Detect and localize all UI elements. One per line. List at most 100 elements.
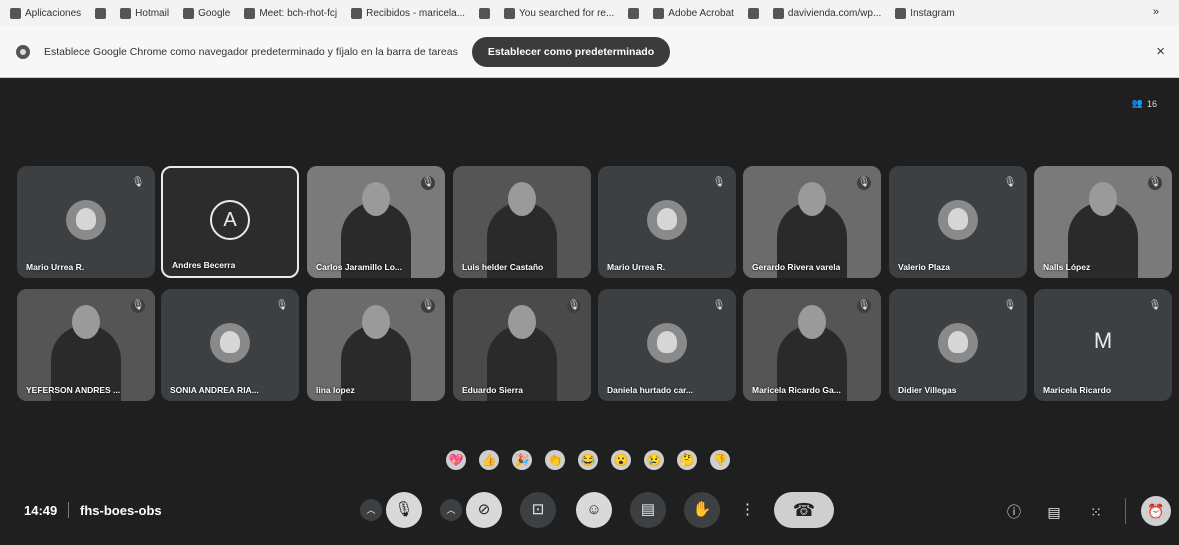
participant-tile[interactable]: 🎙 YEFERSON ANDRES ... bbox=[17, 289, 155, 401]
mic-off-icon: 🎙 bbox=[1003, 300, 1017, 311]
bookmark-item[interactable]: Aplicaciones bbox=[10, 7, 82, 19]
bookmark-label: Aplicaciones bbox=[25, 7, 82, 19]
bookmark-label: Hotmail bbox=[135, 7, 170, 19]
mic-off-icon: 🎙 bbox=[1148, 300, 1162, 311]
bookmark-item[interactable]: Instagram bbox=[895, 7, 955, 19]
reaction-emoji[interactable]: 👍 bbox=[479, 450, 499, 470]
reaction-emoji[interactable]: 👎 bbox=[710, 450, 730, 470]
mic-off-icon: 🎙 bbox=[1148, 176, 1162, 190]
video-options-button[interactable]: ︿ bbox=[440, 499, 462, 521]
participant-name: Eduardo Sierra bbox=[462, 385, 523, 395]
participant-name: Didier Villegas bbox=[898, 385, 957, 395]
reaction-emoji[interactable]: 😢 bbox=[644, 450, 664, 470]
chat-icon: ▤ bbox=[1047, 504, 1061, 520]
reaction-emoji[interactable]: 👏 bbox=[545, 450, 565, 470]
infobar-close-button[interactable]: × bbox=[1156, 43, 1165, 60]
participant-tile[interactable]: 🎙 Mario Urrea R. bbox=[598, 166, 736, 278]
meet-stage: 👥 16 💖 👍 🎉 👏 😂 😮 😢 🤔 👎 14:49 fhs-boes-obs ︿ 🎙 ︿ … bbox=[0, 78, 1179, 545]
present-button[interactable]: ⊡ bbox=[520, 492, 556, 528]
bookmark-item[interactable]: Meet: bch-rhot-fcj bbox=[244, 7, 338, 19]
google-icon bbox=[747, 7, 759, 19]
site-icon bbox=[772, 7, 784, 19]
participant-tile[interactable]: 🎙 Valerio Plaza bbox=[889, 166, 1027, 278]
bookmark-label: Recibidos - maricela... bbox=[366, 7, 466, 19]
participant-tile[interactable]: 🎙 Eduardo Sierra bbox=[453, 289, 591, 401]
divider bbox=[1125, 498, 1126, 524]
host-controls-button[interactable]: ⏰ bbox=[1141, 496, 1171, 526]
bookmarks-bar: Aplicaciones Hotmail Google Meet: bch-rhot-… bbox=[0, 0, 1179, 26]
participant-tile[interactable]: M 🎙 Maricela Ricardo bbox=[1034, 289, 1172, 401]
chrome-icon bbox=[16, 44, 30, 59]
meeting-info-button[interactable]: ⓘ bbox=[1004, 502, 1024, 522]
avatar bbox=[210, 323, 250, 363]
reaction-emoji[interactable]: 🎉 bbox=[512, 450, 532, 470]
bookmark-label: Meet: bch-rhot-fcj bbox=[259, 7, 338, 19]
camera-toggle-button[interactable]: ⊘ bbox=[466, 492, 502, 528]
raise-hand-button[interactable]: ✋ bbox=[684, 492, 720, 528]
reaction-emoji[interactable]: 😮 bbox=[611, 450, 631, 470]
participant-name: Nalls López bbox=[1043, 262, 1091, 272]
people-icon: 👥 bbox=[1131, 98, 1143, 108]
globe-icon bbox=[479, 7, 491, 19]
bookmark-item[interactable]: Adobe Acrobat bbox=[653, 7, 734, 19]
meeting-clock: 14:49 bbox=[24, 503, 58, 518]
bookmarks-overflow-button[interactable]: » bbox=[1153, 6, 1159, 18]
bookmark-item[interactable] bbox=[95, 7, 107, 19]
avatar bbox=[66, 200, 106, 240]
reaction-emoji[interactable]: 😂 bbox=[578, 450, 598, 470]
participant-name: Daniela hurtado car... bbox=[607, 385, 693, 395]
reaction-emoji[interactable]: 🤔 bbox=[677, 450, 697, 470]
bookmark-item[interactable]: Hotmail bbox=[120, 7, 170, 19]
mic-off-icon: 🎙 bbox=[421, 299, 435, 313]
participant-tile[interactable]: 🎙 SONIA ANDREA RIA... bbox=[161, 289, 299, 401]
mic-toggle-button[interactable]: 🎙 bbox=[386, 492, 422, 528]
mic-off-icon: 🎙 bbox=[394, 501, 414, 518]
infobar-message: Establece Google Chrome como navegador p… bbox=[44, 45, 458, 58]
acrobat-icon bbox=[653, 7, 665, 19]
participant-tile[interactable]: 🎙 Nalls López bbox=[1034, 166, 1172, 278]
mic-off-icon: 🎙 bbox=[712, 177, 726, 188]
hotmail-icon bbox=[120, 7, 132, 19]
participant-tile[interactable]: Luis helder Castaño bbox=[453, 166, 591, 278]
google-icon bbox=[183, 7, 195, 19]
more-options-button[interactable]: ⋮ bbox=[740, 492, 755, 528]
participant-tile[interactable]: 🎙 Carlos Jaramillo Lo... bbox=[307, 166, 445, 278]
participant-tile[interactable]: A Andres Becerra bbox=[161, 166, 299, 278]
chat-button[interactable]: ▤ bbox=[1044, 502, 1064, 522]
participant-tile[interactable]: 🎙 lina lopez bbox=[307, 289, 445, 401]
avatar bbox=[938, 323, 978, 363]
participant-tile[interactable]: 🎙 Daniela hurtado car... bbox=[598, 289, 736, 401]
bookmark-icon bbox=[504, 7, 516, 19]
participant-name: Valerio Plaza bbox=[898, 262, 950, 272]
instagram-icon bbox=[895, 7, 907, 19]
bookmark-item[interactable]: Recibidos - maricela... bbox=[351, 7, 466, 19]
bookmark-item[interactable]: davivienda.com/wp... bbox=[772, 7, 881, 19]
gmail-icon bbox=[628, 7, 640, 19]
bookmark-item[interactable]: Google bbox=[183, 7, 230, 19]
bookmark-label: Adobe Acrobat bbox=[668, 7, 734, 19]
audio-options-button[interactable]: ︿ bbox=[360, 499, 382, 521]
reaction-emoji[interactable]: 💖 bbox=[446, 450, 466, 470]
bookmark-item[interactable]: You searched for re... bbox=[504, 7, 614, 19]
bookmark-item[interactable] bbox=[479, 7, 491, 19]
reactions-button[interactable]: ☺ bbox=[576, 492, 612, 528]
chevron-up-icon: ︿ bbox=[446, 505, 456, 515]
participant-tile[interactable]: 🎙 Didier Villegas bbox=[889, 289, 1027, 401]
avatar-letter: A bbox=[210, 200, 250, 240]
set-default-button[interactable]: Establecer como predeterminado bbox=[471, 36, 671, 67]
bookmark-item[interactable] bbox=[628, 7, 640, 19]
more-vert-icon: ⋮ bbox=[740, 501, 755, 518]
captions-button[interactable]: ▤ bbox=[630, 492, 666, 528]
participant-tile[interactable]: 🎙 Mario Urrea R. bbox=[17, 166, 155, 278]
participant-name: Luis helder Castaño bbox=[462, 262, 544, 272]
participant-name: Carlos Jaramillo Lo... bbox=[316, 262, 402, 272]
avatar bbox=[938, 200, 978, 240]
participant-name: Andres Becerra bbox=[172, 260, 236, 270]
people-count[interactable]: 👥 16 bbox=[1132, 98, 1157, 109]
bookmark-item[interactable] bbox=[747, 7, 759, 19]
leave-call-button[interactable]: ☎ bbox=[774, 492, 834, 528]
participant-tile[interactable]: 🎙 Gerardo Rivera varela bbox=[743, 166, 881, 278]
participant-name: YEFERSON ANDRES ... bbox=[26, 385, 121, 395]
participant-tile[interactable]: 🎙 Maricela Ricardo Ga... bbox=[743, 289, 881, 401]
activities-button[interactable]: ⁙ bbox=[1086, 502, 1106, 522]
